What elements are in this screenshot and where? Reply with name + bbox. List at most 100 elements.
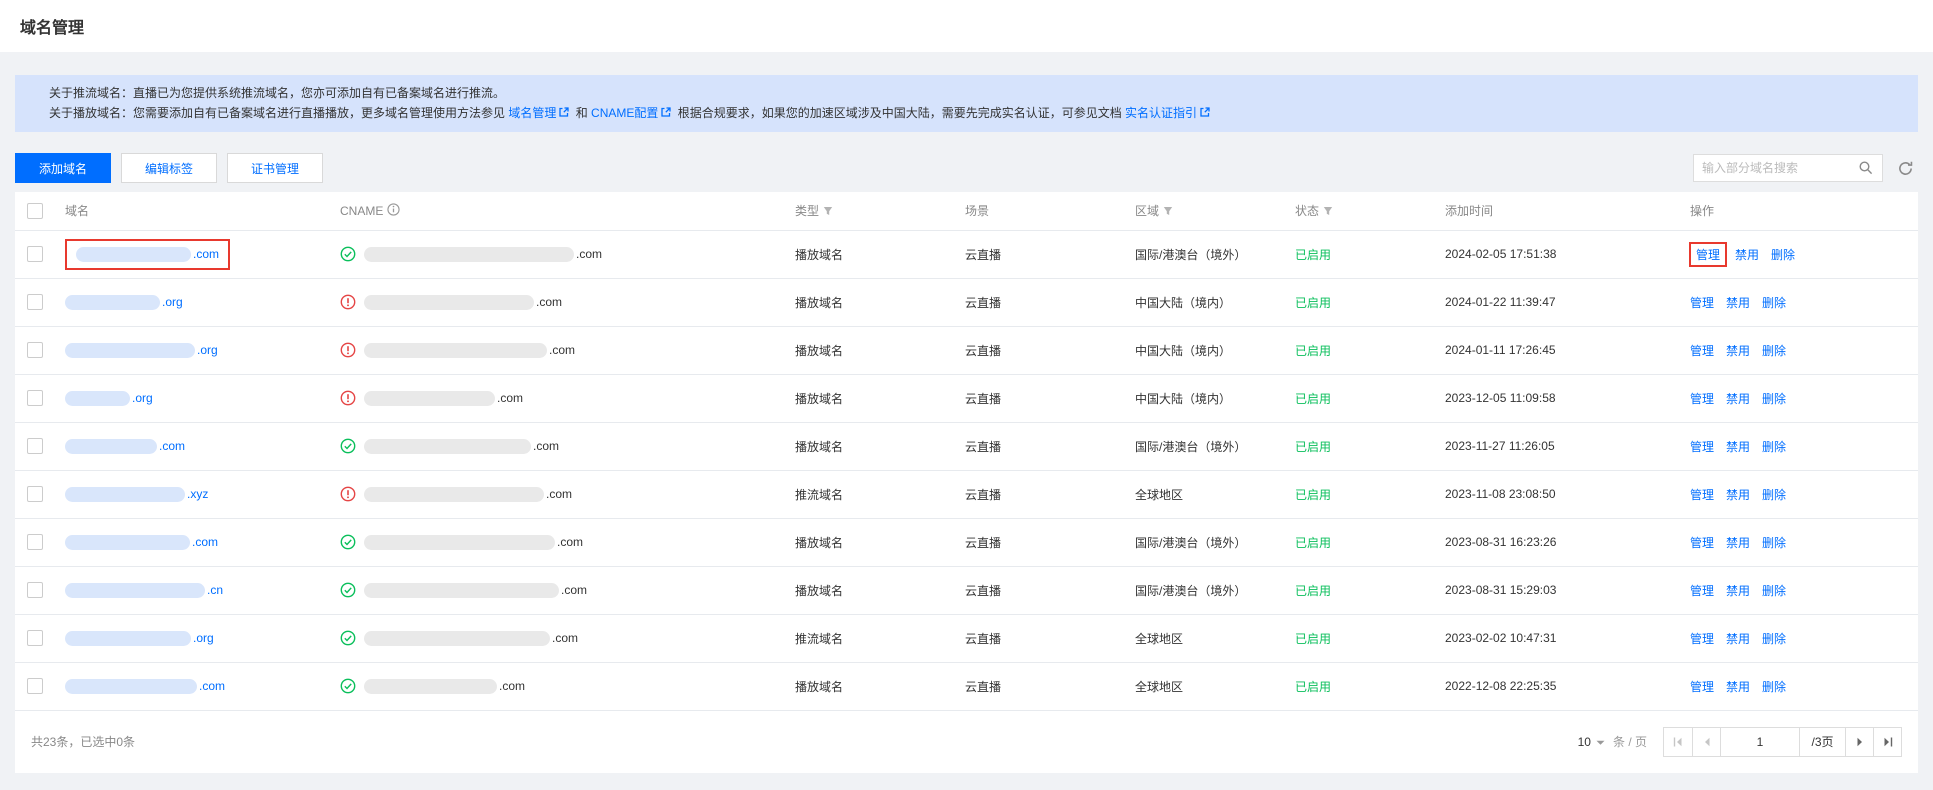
- cname-value: .com: [340, 438, 795, 454]
- domain-link[interactable]: .org: [193, 631, 214, 645]
- redacted-cname-blob: [364, 343, 547, 358]
- selection-summary: 共23条，已选中0条: [31, 733, 135, 750]
- row-checkbox[interactable]: [27, 390, 43, 406]
- chevron-down-icon: [1596, 735, 1605, 749]
- banner-line2-text1: 关于播放域名：您需要添加自有已备案域名进行直播播放，更多域名管理使用方法参见: [49, 106, 508, 120]
- manage-link[interactable]: 管理: [1690, 344, 1714, 358]
- manage-link[interactable]: 管理: [1690, 440, 1714, 454]
- disable-link[interactable]: 禁用: [1735, 248, 1759, 262]
- current-page-input[interactable]: [1721, 735, 1799, 749]
- disable-link[interactable]: 禁用: [1726, 680, 1750, 694]
- domain-cell: .org: [65, 614, 340, 662]
- row-checkbox[interactable]: [27, 630, 43, 646]
- prev-page-button[interactable]: [1692, 728, 1720, 756]
- row-checkbox[interactable]: [27, 486, 43, 502]
- disable-link[interactable]: 禁用: [1726, 536, 1750, 550]
- delete-link[interactable]: 删除: [1762, 536, 1786, 550]
- first-page-button[interactable]: [1664, 728, 1692, 756]
- cname-config-doc-link[interactable]: CNAME配置: [591, 106, 658, 120]
- col-header-time: 添加时间: [1445, 192, 1690, 230]
- filter-funnel-icon[interactable]: [823, 205, 833, 219]
- status-badge: 已启用: [1295, 614, 1445, 662]
- table-row: .com.com播放域名云直播国际/港澳台（境外）已启用2024-02-05 1…: [15, 230, 1918, 278]
- domain-table: 域名 CNAME 类型 场景 区域 状态 添加时间 操作 .com.com播放域…: [15, 192, 1918, 711]
- last-page-button[interactable]: [1873, 728, 1901, 756]
- domain-link[interactable]: .org: [162, 295, 183, 309]
- table-row: .org.com播放域名云直播中国大陆（境内）已启用2024-01-11 17:…: [15, 326, 1918, 374]
- manage-link[interactable]: 管理: [1690, 488, 1714, 502]
- refresh-icon[interactable]: [1893, 156, 1918, 181]
- row-checkbox[interactable]: [27, 246, 43, 262]
- page-size-select[interactable]: 10: [1578, 735, 1605, 749]
- cname-value: .com: [340, 246, 795, 262]
- domain-manage-doc-link[interactable]: 域名管理: [508, 106, 556, 120]
- domain-link[interactable]: .com: [193, 247, 219, 261]
- domain-link[interactable]: .xyz: [187, 487, 208, 501]
- row-checkbox[interactable]: [27, 582, 43, 598]
- manage-link[interactable]: 管理: [1690, 632, 1714, 646]
- disable-link[interactable]: 禁用: [1726, 440, 1750, 454]
- manage-link[interactable]: 管理: [1696, 246, 1720, 263]
- add-domain-button[interactable]: 添加域名: [15, 153, 111, 183]
- manage-link[interactable]: 管理: [1690, 680, 1714, 694]
- disable-link[interactable]: 禁用: [1726, 392, 1750, 406]
- domain-link[interactable]: .org: [197, 343, 218, 357]
- status-badge: 已启用: [1295, 326, 1445, 374]
- manage-link[interactable]: 管理: [1690, 296, 1714, 310]
- edit-tags-button[interactable]: 编辑标签: [121, 153, 217, 183]
- row-checkbox[interactable]: [27, 342, 43, 358]
- disable-link[interactable]: 禁用: [1726, 632, 1750, 646]
- disable-link[interactable]: 禁用: [1726, 584, 1750, 598]
- search-input[interactable]: [1702, 161, 1858, 175]
- disable-link[interactable]: 禁用: [1726, 344, 1750, 358]
- delete-link[interactable]: 删除: [1771, 248, 1795, 262]
- scene-cell: 云直播: [965, 422, 1135, 470]
- domain-link[interactable]: .com: [159, 439, 185, 453]
- domain-link[interactable]: .com: [199, 679, 225, 693]
- added-time-cell: 2023-08-31 16:23:26: [1445, 518, 1690, 566]
- redacted-cname-blob: [364, 439, 531, 454]
- disable-link[interactable]: 禁用: [1726, 488, 1750, 502]
- search-box[interactable]: [1693, 154, 1883, 182]
- delete-link[interactable]: 删除: [1762, 392, 1786, 406]
- external-link-icon[interactable]: [660, 104, 672, 124]
- row-checkbox[interactable]: [27, 438, 43, 454]
- domain-value: .org: [65, 631, 340, 646]
- added-time-cell: 2023-08-31 15:29:03: [1445, 566, 1690, 614]
- delete-link[interactable]: 删除: [1762, 488, 1786, 502]
- filter-funnel-icon[interactable]: [1163, 205, 1173, 219]
- added-time-cell: 2023-11-08 23:08:50: [1445, 470, 1690, 518]
- next-page-button[interactable]: [1845, 728, 1873, 756]
- cname-cell: .com: [340, 422, 795, 470]
- cname-cell: .com: [340, 566, 795, 614]
- table-row: .org.com播放域名云直播中国大陆（境内）已启用2023-12-05 11:…: [15, 374, 1918, 422]
- info-banner: 关于推流域名：直播已为您提供系统推流域名，您亦可添加自有已备案域名进行推流。 关…: [15, 75, 1918, 132]
- search-icon[interactable]: [1858, 160, 1874, 176]
- domain-link[interactable]: .cn: [207, 583, 223, 597]
- cname-cell: .com: [340, 230, 795, 278]
- delete-link[interactable]: 删除: [1762, 296, 1786, 310]
- delete-link[interactable]: 删除: [1762, 680, 1786, 694]
- delete-link[interactable]: 删除: [1762, 440, 1786, 454]
- manage-link[interactable]: 管理: [1690, 392, 1714, 406]
- delete-link[interactable]: 删除: [1762, 584, 1786, 598]
- external-link-icon[interactable]: [558, 104, 570, 124]
- cname-value: .com: [340, 390, 795, 406]
- manage-link[interactable]: 管理: [1690, 536, 1714, 550]
- row-checkbox[interactable]: [27, 294, 43, 310]
- select-all-checkbox[interactable]: [27, 203, 43, 219]
- row-checkbox[interactable]: [27, 678, 43, 694]
- filter-funnel-icon[interactable]: [1323, 205, 1333, 219]
- row-checkbox[interactable]: [27, 534, 43, 550]
- domain-link[interactable]: .com: [192, 535, 218, 549]
- disable-link[interactable]: 禁用: [1726, 296, 1750, 310]
- delete-link[interactable]: 删除: [1762, 632, 1786, 646]
- external-link-icon[interactable]: [1199, 104, 1211, 124]
- domain-link[interactable]: .org: [132, 391, 153, 405]
- info-circle-icon[interactable]: [387, 203, 400, 219]
- cert-manage-button[interactable]: 证书管理: [227, 153, 323, 183]
- manage-link[interactable]: 管理: [1690, 584, 1714, 598]
- cname-suffix: .com: [576, 247, 602, 261]
- delete-link[interactable]: 删除: [1762, 344, 1786, 358]
- realname-auth-doc-link[interactable]: 实名认证指引: [1125, 106, 1197, 120]
